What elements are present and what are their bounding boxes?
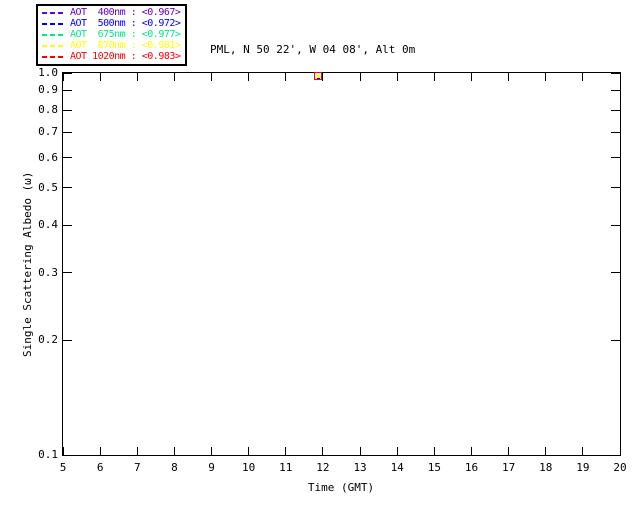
y-tick-major-right bbox=[611, 455, 620, 456]
x-tick-label: 13 bbox=[353, 461, 366, 474]
legend-entry-label: AOT 675nm : <0.977> bbox=[70, 29, 180, 40]
y-tick-label: 0.8 bbox=[32, 103, 58, 116]
x-tick-major bbox=[285, 447, 286, 455]
y-tick-major-right bbox=[611, 187, 620, 188]
x-tick-label: 8 bbox=[171, 461, 178, 474]
y-tick-major bbox=[63, 90, 72, 91]
x-tick-major bbox=[211, 447, 212, 455]
x-tick-major-top bbox=[137, 73, 138, 81]
y-tick-major bbox=[63, 110, 72, 111]
x-tick-label: 6 bbox=[97, 461, 104, 474]
y-tick-major-right bbox=[611, 272, 620, 273]
legend-line-sample bbox=[42, 12, 66, 14]
x-tick-major-top bbox=[434, 73, 435, 81]
site-location-text: PML, N 50 22', W 04 08', Alt 0m bbox=[210, 41, 415, 59]
x-tick-major bbox=[397, 447, 398, 455]
x-tick-label: 19 bbox=[576, 461, 589, 474]
x-tick-label: 18 bbox=[539, 461, 552, 474]
y-tick-major-right bbox=[611, 225, 620, 226]
y-tick-major bbox=[63, 455, 72, 456]
legend-line-sample bbox=[42, 23, 66, 25]
y-tick-major bbox=[63, 132, 72, 133]
y-tick-label: 0.7 bbox=[32, 125, 58, 138]
x-axis-title: Time (GMT) bbox=[308, 481, 374, 494]
legend-row: AOT 400nm : <0.967> bbox=[42, 7, 180, 18]
x-tick-major-top bbox=[63, 73, 64, 81]
y-tick-major-right bbox=[611, 340, 620, 341]
x-tick-major bbox=[508, 447, 509, 455]
y-tick-major-right bbox=[611, 73, 620, 74]
y-tick-label: 1.0 bbox=[32, 66, 58, 79]
x-tick-major-top bbox=[508, 73, 509, 81]
x-tick-major-top bbox=[620, 73, 621, 81]
x-tick-major-top bbox=[285, 73, 286, 81]
data-point-open-square bbox=[314, 72, 322, 80]
x-tick-major-top bbox=[248, 73, 249, 81]
x-tick-major-top bbox=[100, 73, 101, 81]
y-tick-major bbox=[63, 340, 72, 341]
y-tick-major-right bbox=[611, 110, 620, 111]
y-tick-major bbox=[63, 225, 72, 226]
legend-row: AOT 870nm : <0.981> bbox=[42, 40, 180, 51]
x-tick-major bbox=[248, 447, 249, 455]
x-tick-label: 17 bbox=[502, 461, 515, 474]
x-tick-major-top bbox=[471, 73, 472, 81]
y-tick-label: 0.2 bbox=[32, 333, 58, 346]
x-tick-major-top bbox=[174, 73, 175, 81]
legend-row: AOT 1020nm : <0.983> bbox=[42, 51, 180, 62]
legend-entry-label: AOT 1020nm : <0.983> bbox=[70, 51, 180, 62]
y-tick-major bbox=[63, 157, 72, 158]
x-tick-label: 11 bbox=[279, 461, 292, 474]
x-tick-label: 10 bbox=[242, 461, 255, 474]
x-tick-major-top bbox=[360, 73, 361, 81]
legend-entry-label: AOT 870nm : <0.981> bbox=[70, 40, 180, 51]
x-tick-label: 7 bbox=[134, 461, 141, 474]
legend-row: AOT 500nm : <0.972> bbox=[42, 18, 180, 29]
x-tick-major-top bbox=[397, 73, 398, 81]
y-tick-major bbox=[63, 187, 72, 188]
x-tick-major-top bbox=[322, 73, 323, 81]
plot-area bbox=[62, 72, 621, 456]
x-tick-major-top bbox=[211, 73, 212, 81]
y-tick-label: 0.9 bbox=[32, 83, 58, 96]
legend-box: AOT 400nm : <0.967>AOT 500nm : <0.972>AO… bbox=[36, 4, 187, 66]
y-tick-label: 0.4 bbox=[32, 218, 58, 231]
x-tick-label: 20 bbox=[613, 461, 626, 474]
x-tick-major bbox=[545, 447, 546, 455]
x-tick-major bbox=[100, 447, 101, 455]
y-tick-label: 0.3 bbox=[32, 266, 58, 279]
x-tick-major-top bbox=[582, 73, 583, 81]
legend-entry-label: AOT 400nm : <0.967> bbox=[70, 7, 180, 18]
x-tick-major bbox=[471, 447, 472, 455]
x-tick-major-top bbox=[545, 73, 546, 81]
legend-entry-label: AOT 500nm : <0.972> bbox=[70, 18, 180, 29]
legend-line-sample bbox=[42, 56, 66, 58]
aeronet-ssa-plot: AOT 400nm : <0.967>AOT 500nm : <0.972>AO… bbox=[0, 0, 640, 512]
y-tick-major bbox=[63, 73, 72, 74]
x-tick-major bbox=[137, 447, 138, 455]
x-tick-major bbox=[582, 447, 583, 455]
x-tick-major bbox=[322, 447, 323, 455]
x-tick-major bbox=[360, 447, 361, 455]
y-tick-major-right bbox=[611, 90, 620, 91]
legend-line-sample bbox=[42, 34, 66, 36]
y-tick-major-right bbox=[611, 157, 620, 158]
y-tick-major-right bbox=[611, 132, 620, 133]
x-tick-major bbox=[434, 447, 435, 455]
x-tick-label: 16 bbox=[465, 461, 478, 474]
x-tick-major bbox=[174, 447, 175, 455]
x-tick-label: 15 bbox=[428, 461, 441, 474]
x-tick-label: 14 bbox=[391, 461, 404, 474]
y-tick-label: 0.6 bbox=[32, 151, 58, 164]
y-tick-label: 0.1 bbox=[32, 448, 58, 461]
x-tick-label: 5 bbox=[60, 461, 67, 474]
y-tick-major bbox=[63, 272, 72, 273]
x-tick-label: 9 bbox=[208, 461, 215, 474]
legend-row: AOT 675nm : <0.977> bbox=[42, 29, 180, 40]
y-tick-label: 0.5 bbox=[32, 181, 58, 194]
legend-line-sample bbox=[42, 45, 66, 47]
x-tick-label: 12 bbox=[316, 461, 329, 474]
